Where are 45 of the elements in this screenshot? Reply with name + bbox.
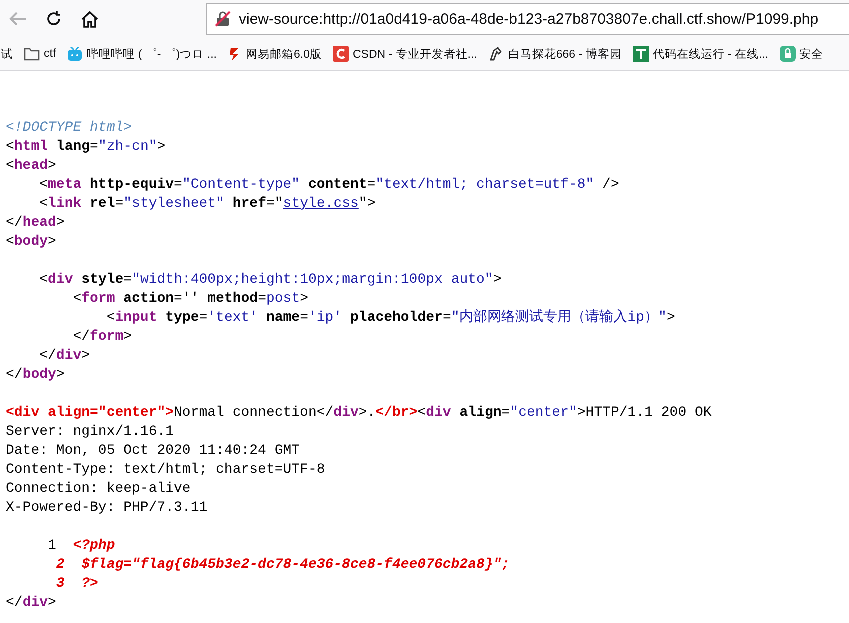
bookmark-link[interactable]: 网易邮箱6.0版 [228,46,322,62]
source-line: <body> [6,233,58,252]
mail-logo-icon [228,46,242,62]
reload-icon [46,11,62,27]
bookmark-link[interactable]: 哔哩哔哩 ( ゜- ゜)つロ ... [67,46,217,62]
bookmark-link[interactable]: ctf [24,47,56,61]
source-line: <meta http-equiv="Content-type" content="text/html; charset=utf-8" /> [38,176,620,195]
bookmark-link[interactable]: CSDN - 专业开发者社... [333,46,478,62]
source-line: </body> [6,366,66,385]
bookmark-link[interactable]: 试 [1,46,13,62]
source-line: 1 <?php [47,537,116,556]
source-line: <link rel="stylesheet" href="style.css"> [38,195,377,214]
source-line: </form> [72,328,134,347]
source-line: <head> [6,157,58,176]
folder-icon [24,47,40,61]
source-line: <html lang="zh-cn"> [6,138,167,157]
home-icon [81,10,99,28]
source-line: <!DOCTYPE html> [6,119,134,138]
source-line: 3 ?> [55,575,100,594]
url-text: view-source:http://01a0d419-a06a-48de-b123-a27b8703807e.chall.ctf.show/P1099.php [239,10,819,28]
source-line: </head> [6,214,66,233]
source-line: <div style="width:400px;height:10px;margin:100px auto"> [38,271,503,290]
source-line: <div align="center">Normal connection</div>.</br><div align="center">HTTP/1.1 200 OK [6,404,713,423]
source-line: Connection: keep-alive [6,480,192,499]
bookmark-link[interactable]: 安全 [780,46,824,62]
bookmark-link[interactable]: 代码在线运行 - 在线... [632,46,769,62]
source-line: </div> [6,594,58,613]
source-line: Server: nginx/1.16.1 [6,423,176,442]
c-logo-icon [333,46,349,62]
source-link[interactable]: style.css [283,196,359,212]
horse-logo-icon [488,46,504,62]
source-line: Content-Type: text/html; charset=UTF-8 [6,461,326,480]
insecure-lock-icon [215,11,231,27]
shield-icon [780,46,796,62]
back-arrow-icon [9,11,27,27]
source-line: <input type='text' name='ip' placeholder="内部网络测试专用（请输入ip）"> [106,309,676,328]
source-line: 2 $flag="flag{6b45b3e2-dc78-4e36-8ce8-f4ee076cb2a8}"; [55,556,512,575]
source-line: </div> [38,347,92,366]
address-bar[interactable]: view-source:http://01a0d419-a06a-48de-b123-a27b8703807e.chall.ctf.show/P1099.php [206,3,849,35]
source-line: X-Powered-By: PHP/7.3.11 [6,499,209,518]
source-line: <form action='' method=post> [72,290,310,309]
source-line: Date: Mon, 05 Oct 2020 11:40:24 GMT [6,442,302,461]
bookmark-link[interactable]: 白马探花666 - 博客园 [488,46,622,62]
tv-icon [67,46,84,62]
t-logo-icon [632,46,649,62]
